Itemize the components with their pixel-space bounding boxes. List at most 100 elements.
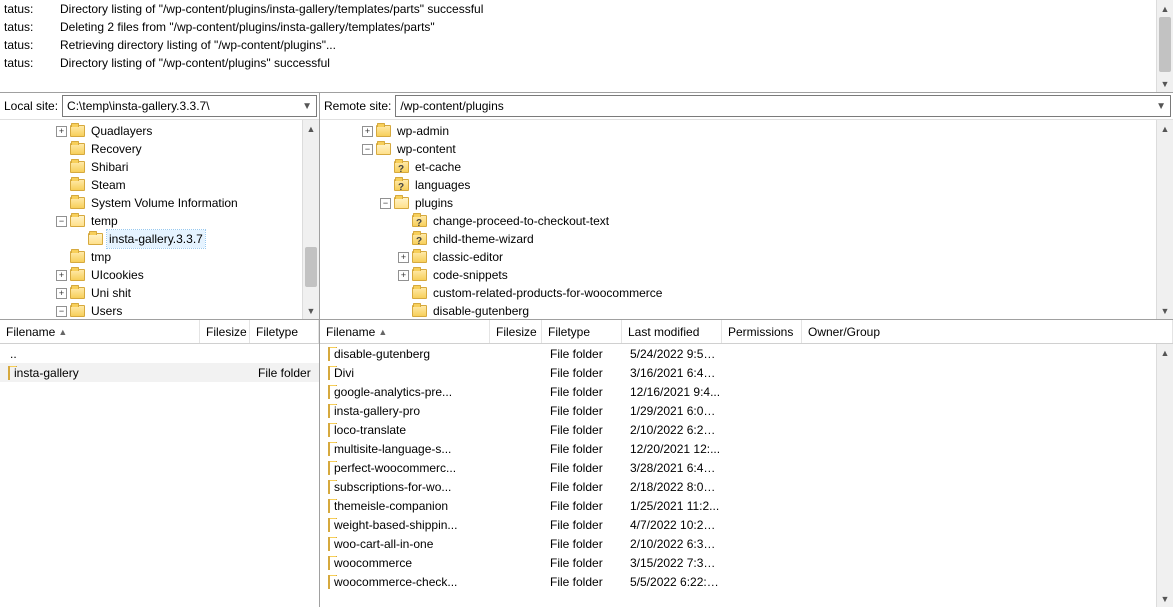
scroll-down-icon[interactable]: ▼ <box>1157 75 1173 92</box>
col-last-modified[interactable]: Last modified <box>622 320 722 343</box>
tree-item-label: languages <box>413 176 472 194</box>
remote-file-list[interactable]: disable-gutenbergFile folder5/24/2022 9:… <box>320 344 1173 607</box>
scroll-down-icon[interactable]: ▼ <box>1157 590 1173 607</box>
col-filename: Filename▲ <box>320 320 490 343</box>
col-owner-group[interactable]: Owner/Group <box>802 320 1173 343</box>
tree-item[interactable]: change-proceed-to-checkout-text <box>322 212 1173 230</box>
col-filesize[interactable]: Filesize <box>490 320 542 343</box>
tree-expander-icon[interactable]: + <box>56 288 67 299</box>
list-item[interactable]: google-analytics-pre...File folder12/16/… <box>320 382 1173 401</box>
tree-item[interactable]: +classic-editor <box>322 248 1173 266</box>
log-message: Directory listing of "/wp-content/plugin… <box>60 0 1169 18</box>
tree-item[interactable]: −wp-content <box>322 140 1173 158</box>
col-filesize[interactable]: Filesize <box>200 320 250 343</box>
tree-item[interactable]: tmp <box>2 248 319 266</box>
remote-list-header[interactable]: Filename▲ Filesize Filetype Last modifie… <box>320 320 1173 344</box>
list-item[interactable]: perfect-woocommerc...File folder3/28/202… <box>320 458 1173 477</box>
tree-item-label: wp-admin <box>395 122 451 140</box>
tree-expander-icon[interactable]: − <box>380 198 391 209</box>
tree-item[interactable]: −temp <box>2 212 319 230</box>
tree-item[interactable]: −Users <box>2 302 319 320</box>
list-item[interactable]: multisite-language-s...File folder12/20/… <box>320 439 1173 458</box>
folder-icon <box>70 269 85 281</box>
remote-path-select[interactable]: /wp-content/plugins ▼ <box>395 95 1171 117</box>
tree-item[interactable]: + Quadlayers <box>2 122 319 140</box>
log-scrollbar[interactable]: ▲ ▼ <box>1156 0 1173 92</box>
tree-expander-icon[interactable]: + <box>56 270 67 281</box>
tree-item[interactable]: Shibari <box>2 158 319 176</box>
folder-icon <box>70 179 85 191</box>
scroll-up-icon[interactable]: ▲ <box>1157 0 1173 17</box>
scroll-down-icon[interactable]: ▼ <box>303 302 319 319</box>
tree-item[interactable]: insta-gallery.3.3.7 <box>2 230 319 248</box>
remote-tree[interactable]: + wp-admin−wp-contentet-cachelanguages−pl… <box>320 120 1173 320</box>
tree-item[interactable]: +Uni shit <box>2 284 319 302</box>
tree-item-label: tmp <box>89 248 113 266</box>
log-label: tatus: <box>4 0 60 18</box>
local-tree-scrollbar[interactable]: ▲ ▼ <box>302 120 319 319</box>
tree-item[interactable]: Steam <box>2 176 319 194</box>
folder-icon <box>328 366 330 380</box>
tree-item[interactable]: et-cache <box>322 158 1173 176</box>
local-panel: Local site: C:\temp\insta-gallery.3.3.7\… <box>0 93 320 607</box>
tree-expander-icon[interactable]: + <box>362 126 373 137</box>
tree-item[interactable]: +UIcookies <box>2 266 319 284</box>
folder-icon <box>376 125 391 137</box>
col-filetype[interactable]: Filetype <box>250 320 319 343</box>
list-item[interactable]: insta-galleryFile folder <box>0 363 319 382</box>
tree-item[interactable]: Recovery <box>2 140 319 158</box>
remote-panel: Remote site: /wp-content/plugins ▼ +wp-a… <box>320 93 1173 607</box>
col-permissions[interactable]: Permissions <box>722 320 802 343</box>
log-row: tatus:Retrieving directory listing of "/… <box>0 36 1173 54</box>
file-modified: 12/16/2021 9:4... <box>626 385 726 399</box>
list-item[interactable]: woo-cart-all-in-oneFile folder2/10/2022 … <box>320 534 1173 553</box>
scroll-up-icon[interactable]: ▲ <box>1157 344 1173 361</box>
log-message: Deleting 2 files from "/wp-content/plugi… <box>60 18 1169 36</box>
tree-item[interactable]: + wp-admin <box>322 122 1173 140</box>
tree-expander-icon[interactable]: + <box>56 126 67 137</box>
tree-item[interactable]: custom-related-products-for-woocommerce <box>322 284 1173 302</box>
tree-item-label: Quadlayers <box>89 122 154 140</box>
list-item[interactable]: themeisle-companionFile folder1/25/2021 … <box>320 496 1173 515</box>
folder-icon <box>88 233 103 245</box>
tree-item[interactable]: child-theme-wizard <box>322 230 1173 248</box>
file-type: File folder <box>546 366 626 380</box>
tree-expander-icon[interactable]: − <box>56 306 67 317</box>
list-item[interactable]: loco-translateFile folder2/10/2022 6:27:… <box>320 420 1173 439</box>
local-tree[interactable]: + QuadlayersRecoveryShibariSteamSystem Vo… <box>0 120 319 320</box>
scroll-thumb[interactable] <box>305 247 317 287</box>
tree-expander-icon[interactable]: + <box>398 270 409 281</box>
tree-item[interactable]: +code-snippets <box>322 266 1173 284</box>
local-list-header[interactable]: Filename▲ Filesize Filetype <box>0 320 319 344</box>
remote-tree-scrollbar[interactable]: ▲ ▼ <box>1156 120 1173 319</box>
tree-expander-icon[interactable]: − <box>362 144 373 155</box>
tree-item[interactable]: System Volume Information <box>2 194 319 212</box>
list-item[interactable]: weight-based-shippin...File folder4/7/20… <box>320 515 1173 534</box>
tree-item[interactable]: −plugins <box>322 194 1173 212</box>
folder-icon <box>412 251 427 263</box>
folder-icon <box>412 233 427 245</box>
folder-icon <box>328 556 330 570</box>
list-item[interactable]: .. <box>0 344 319 363</box>
scroll-up-icon[interactable]: ▲ <box>1157 120 1173 137</box>
scroll-up-icon[interactable]: ▲ <box>303 120 319 137</box>
tree-item[interactable]: disable-gutenberg <box>322 302 1173 320</box>
tree-expander-icon[interactable]: − <box>56 216 67 227</box>
scroll-thumb[interactable] <box>1159 17 1171 72</box>
list-item[interactable]: DiviFile folder3/16/2021 6:49:... <box>320 363 1173 382</box>
tree-item[interactable]: languages <box>322 176 1173 194</box>
scroll-down-icon[interactable]: ▼ <box>1157 302 1173 319</box>
list-item[interactable]: woocommerceFile folder3/15/2022 7:33:... <box>320 553 1173 572</box>
remote-list-scrollbar[interactable]: ▲ ▼ <box>1156 344 1173 607</box>
list-item[interactable]: insta-gallery-proFile folder1/29/2021 6:… <box>320 401 1173 420</box>
file-name: woocommerce <box>334 556 412 570</box>
list-item[interactable]: subscriptions-for-wo...File folder2/18/2… <box>320 477 1173 496</box>
local-file-list[interactable]: ..insta-galleryFile folder <box>0 344 319 607</box>
tree-expander-icon[interactable]: + <box>398 252 409 263</box>
list-item[interactable]: woocommerce-check...File folder5/5/2022 … <box>320 572 1173 591</box>
file-modified: 5/24/2022 9:53:... <box>626 347 726 361</box>
list-item[interactable]: disable-gutenbergFile folder5/24/2022 9:… <box>320 344 1173 363</box>
folder-icon <box>412 305 427 317</box>
local-path-select[interactable]: C:\temp\insta-gallery.3.3.7\ ▼ <box>62 95 317 117</box>
col-filetype[interactable]: Filetype <box>542 320 622 343</box>
